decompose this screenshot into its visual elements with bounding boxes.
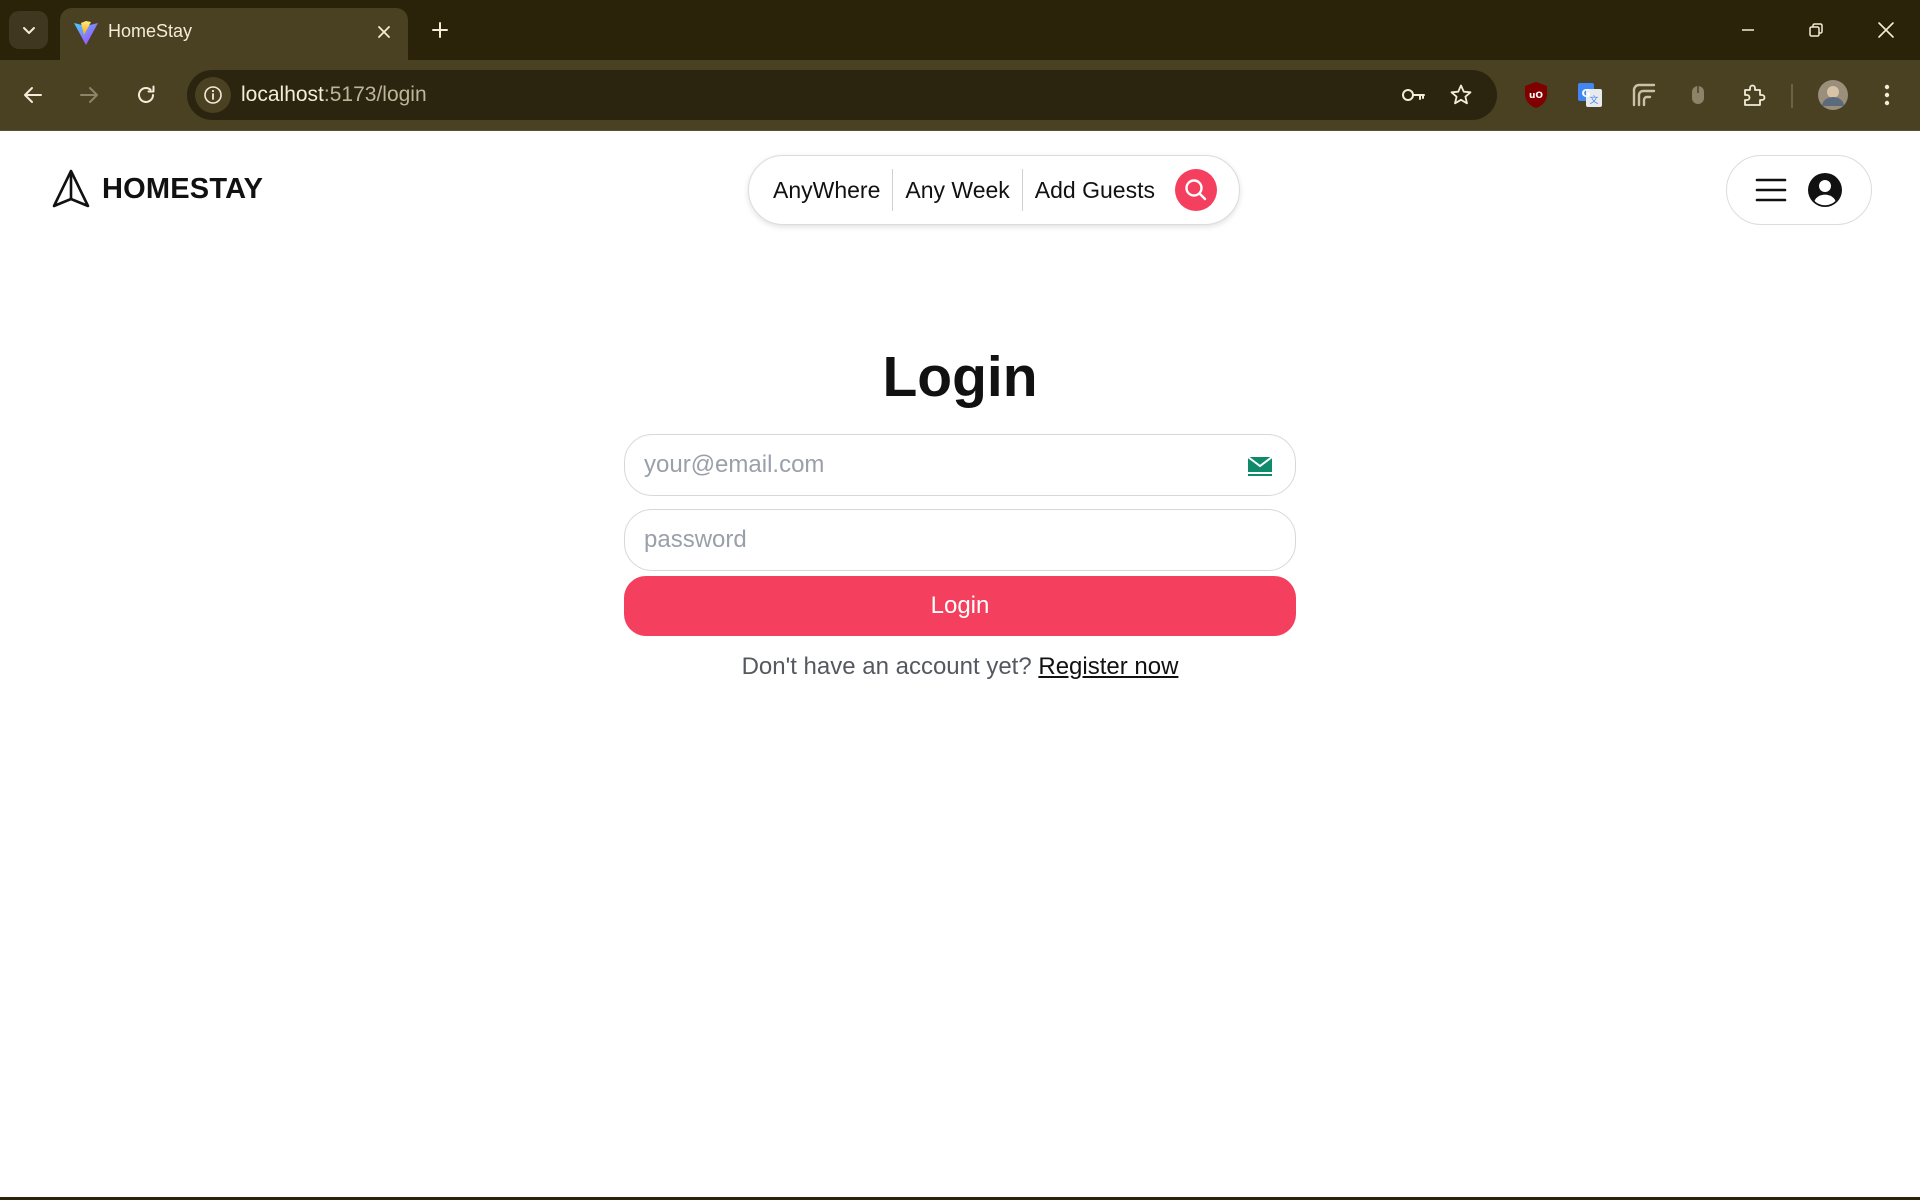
password-field-wrapper <box>624 509 1296 571</box>
key-icon <box>1402 89 1425 101</box>
search-icon <box>1185 179 1207 201</box>
bookmark-button[interactable] <box>1447 81 1475 109</box>
kebab-menu-icon <box>1884 84 1890 106</box>
plus-icon <box>432 22 448 38</box>
new-tab-button[interactable] <box>424 14 456 46</box>
browser-toolbar: localhost:5173/login uO G文 <box>0 60 1920 131</box>
email-field[interactable] <box>625 435 1295 495</box>
search-bar[interactable]: AnyWhere Any Week Add Guests <box>748 155 1240 225</box>
mouse-icon <box>1692 86 1704 104</box>
page-content: HOMESTAY AnyWhere Any Week Add Guests Lo… <box>0 131 1920 1200</box>
tab-title: HomeStay <box>108 21 193 41</box>
browser-tab-bar: HomeStay <box>0 0 1920 60</box>
toolbar-separator <box>1791 84 1793 108</box>
back-button[interactable] <box>14 76 52 114</box>
star-icon <box>1450 84 1472 105</box>
info-icon <box>204 86 222 104</box>
close-icon <box>378 26 390 38</box>
extension-f-button[interactable] <box>1627 78 1661 112</box>
reload-button[interactable] <box>127 76 165 114</box>
user-avatar-icon <box>1808 173 1842 207</box>
tab-search-button[interactable] <box>9 11 48 49</box>
mail-extension-icon[interactable] <box>1247 455 1273 477</box>
restore-button[interactable] <box>1792 8 1840 52</box>
login-button[interactable]: Login <box>624 576 1296 636</box>
close-icon <box>1878 22 1894 38</box>
arrow-right-icon <box>80 87 98 103</box>
password-field[interactable] <box>625 510 1295 570</box>
profile-button[interactable] <box>1816 78 1850 112</box>
minimize-button[interactable] <box>1724 8 1772 52</box>
close-window-button[interactable] <box>1862 8 1910 52</box>
minimize-icon <box>1742 29 1754 31</box>
register-prompt: Don't have an account yet? Register now <box>0 653 1920 681</box>
brand-name: HOMESTAY <box>102 172 264 205</box>
register-link[interactable]: Register now <box>1038 653 1178 680</box>
address-bar[interactable]: localhost:5173/login <box>187 70 1497 120</box>
extensions-menu-button[interactable] <box>1736 78 1770 112</box>
password-key-button[interactable] <box>1399 81 1427 109</box>
translate-extension-button[interactable]: G文 <box>1573 78 1607 112</box>
search-button[interactable] <box>1175 169 1217 211</box>
browser-tab[interactable]: HomeStay <box>60 8 408 60</box>
tab-close-button[interactable] <box>372 20 396 44</box>
user-menu-button[interactable] <box>1726 155 1872 225</box>
reload-icon <box>138 85 155 103</box>
email-field-wrapper <box>624 434 1296 496</box>
ublock-shield-icon: uO <box>1525 82 1547 108</box>
f-logo-icon <box>1632 83 1656 107</box>
search-add-guests[interactable]: Add Guests <box>1023 169 1167 211</box>
forward-button[interactable] <box>70 76 108 114</box>
homestay-logo[interactable]: HOMESTAY <box>50 168 263 210</box>
hamburger-menu-icon <box>1755 178 1787 202</box>
google-translate-icon: G文 <box>1578 83 1602 107</box>
ublock-extension-button[interactable]: uO <box>1519 78 1553 112</box>
paper-plane-icon <box>52 169 90 208</box>
url-text: localhost:5173/login <box>241 83 427 107</box>
extension-mouse-button[interactable] <box>1681 78 1715 112</box>
vite-favicon-icon <box>74 21 98 45</box>
svg-text:文: 文 <box>1589 94 1598 106</box>
search-anywhere[interactable]: AnyWhere <box>773 169 892 211</box>
restore-icon <box>1809 23 1823 37</box>
register-prompt-text: Don't have an account yet? <box>741 653 1032 680</box>
url-path: :5173/login <box>323 83 427 106</box>
avatar-icon <box>1818 80 1848 110</box>
url-host: localhost <box>241 83 324 106</box>
search-any-week[interactable]: Any Week <box>893 169 1021 211</box>
chevron-down-icon <box>22 27 35 34</box>
arrow-left-icon <box>24 87 42 103</box>
site-info-button[interactable] <box>195 77 231 113</box>
puzzle-icon <box>1744 84 1766 106</box>
svg-text:uO: uO <box>1529 91 1543 101</box>
browser-menu-button[interactable] <box>1870 78 1904 112</box>
login-title: Login <box>882 345 1038 409</box>
